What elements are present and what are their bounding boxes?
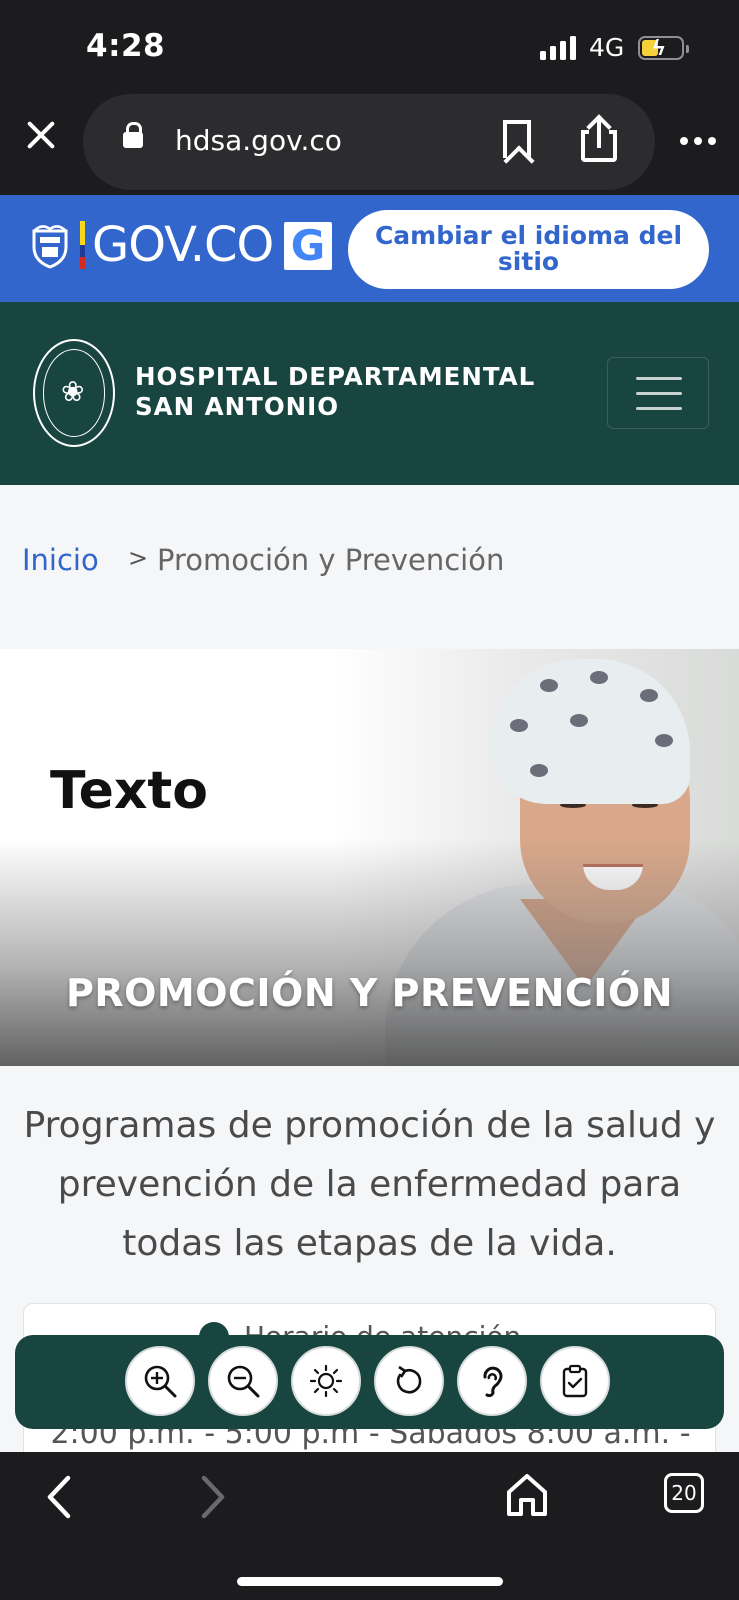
zoom-in-icon[interactable] — [125, 1346, 195, 1416]
change-language-button[interactable]: Cambiar el idioma del sitio — [348, 210, 709, 289]
gov-co-banner: GOV.CO G Cambiar el idioma del sitio — [0, 195, 739, 302]
signal-icon — [540, 36, 576, 60]
address-bar[interactable]: hdsa.gov.co — [83, 94, 655, 190]
site-header: ❀ HOSPITAL DEPARTAMENTAL SAN ANTONIO — [0, 302, 739, 485]
battery-icon: ϟ — [638, 35, 689, 60]
url-text: hdsa.gov.co — [175, 124, 342, 157]
breadcrumb-home-link[interactable]: Inicio — [22, 543, 99, 577]
hospital-name-line2: SAN ANTONIO — [135, 392, 340, 421]
breadcrumb: Inicio > Promoción y Prevención — [0, 485, 739, 649]
google-translate-icon[interactable]: G — [284, 222, 332, 270]
flower-emblem-icon: ❀ — [61, 376, 85, 407]
hamburger-menu-button[interactable] — [607, 357, 709, 429]
share-icon[interactable] — [581, 114, 617, 164]
lock-icon — [123, 122, 143, 148]
zoom-out-icon[interactable] — [208, 1346, 278, 1416]
network-type: 4G — [589, 33, 625, 62]
home-indicator — [237, 1577, 503, 1586]
hospital-name[interactable]: HOSPITAL DEPARTAMENTAL SAN ANTONIO — [135, 362, 535, 422]
hospital-logo[interactable]: ❀ — [33, 339, 115, 447]
intro-text: Programas de promoción de la salud y pre… — [23, 1105, 716, 1264]
hero-banner: Texto PROMOCIÓN Y PREVENCIÓN — [0, 649, 739, 1066]
hero-title: PROMOCIÓN Y PREVENCIÓN — [65, 971, 673, 1015]
colombia-shield-icon — [32, 225, 68, 269]
clipboard-check-icon[interactable] — [540, 1346, 610, 1416]
hearing-icon[interactable] — [457, 1346, 527, 1416]
forward-arrow-icon[interactable] — [192, 1472, 232, 1522]
close-icon[interactable] — [22, 116, 60, 154]
home-icon[interactable] — [505, 1472, 549, 1518]
colombia-flag-stripe — [80, 221, 85, 269]
status-bar: 4:28 4G ϟ — [0, 0, 739, 92]
more-options-icon[interactable] — [680, 137, 716, 145]
hero-tag: Texto — [50, 761, 208, 821]
bookmark-icon[interactable] — [503, 120, 531, 158]
gov-co-logo[interactable]: GOV.CO — [92, 217, 274, 273]
tabs-button[interactable]: 20 — [664, 1473, 704, 1513]
hospital-name-line1: HOSPITAL DEPARTAMENTAL — [135, 362, 536, 391]
contrast-icon[interactable] — [291, 1346, 361, 1416]
breadcrumb-current: Promoción y Prevención — [157, 543, 505, 577]
reset-icon[interactable] — [374, 1346, 444, 1416]
accessibility-toolbar — [15, 1335, 724, 1429]
browser-toolbar: hdsa.gov.co — [0, 92, 739, 195]
nurse-photo-cap — [490, 659, 690, 804]
back-arrow-icon[interactable] — [40, 1472, 80, 1522]
status-time: 4:28 — [86, 28, 166, 64]
browser-bottom-bar: 20 — [0, 1452, 739, 1600]
chevron-right-icon: > — [128, 544, 149, 572]
hero-gradient — [0, 839, 739, 1066]
